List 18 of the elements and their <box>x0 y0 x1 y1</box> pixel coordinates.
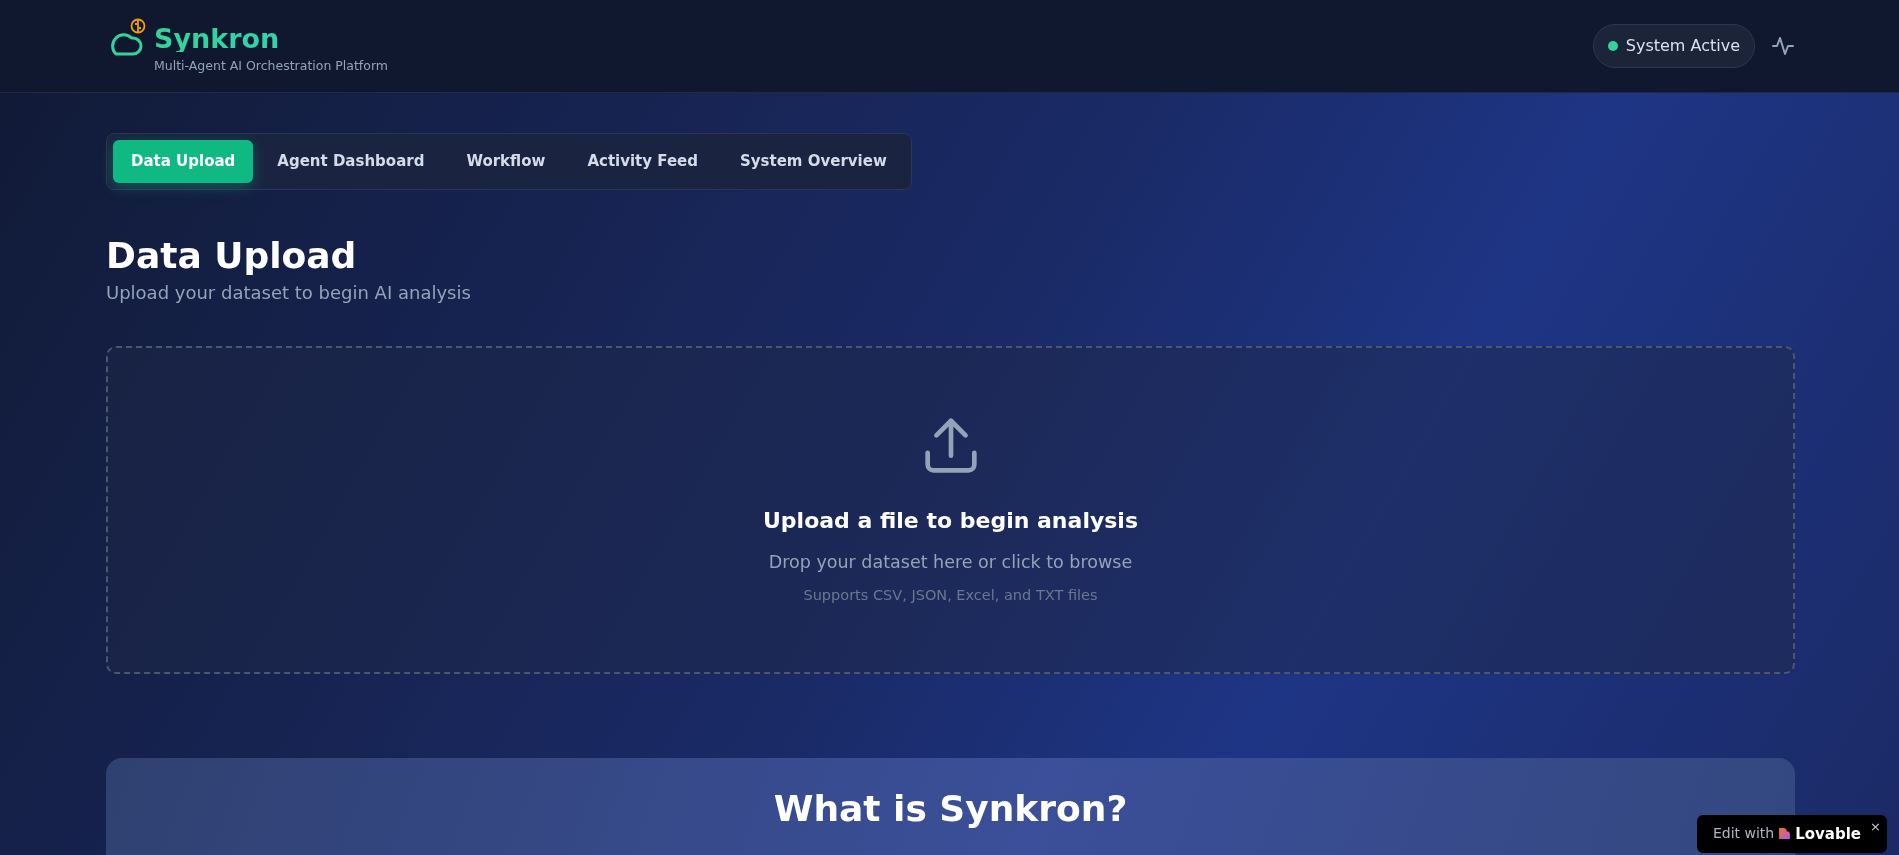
page-subheading: Upload your dataset to begin AI analysis <box>106 280 472 305</box>
dropzone-hint: Drop your dataset here or click to browse <box>768 551 1133 575</box>
status-label: System Active <box>1625 35 1740 57</box>
dropzone-title: Upload a file to begin analysis <box>763 507 1138 536</box>
page-heading: Data Upload <box>106 233 358 277</box>
file-dropzone[interactable]: Upload a file to begin analysis Drop your dataset here or click to browse Supports CSV, JSON, Excel, and TXT files <box>106 345 1795 674</box>
brand-name: Lovable <box>1795 823 1861 845</box>
close-button[interactable]: × <box>1870 816 1881 836</box>
tab[interactable]: Activity Feed <box>569 140 716 183</box>
tab[interactable]: Agent Dashboard <box>259 140 443 183</box>
about-title: What is Synkron? <box>773 787 1128 830</box>
activity-icon[interactable] <box>1771 34 1795 58</box>
badge-text: Edit with <box>1712 824 1775 844</box>
app-subtitle: Multi-Agent AI Orchestration Platform <box>154 56 388 75</box>
tab[interactable]: System Overview <box>722 140 905 183</box>
edit-with-badge[interactable]: Edit with Lovable × <box>1696 814 1887 853</box>
tab[interactable]: Workflow <box>448 140 564 183</box>
supported-formats: Supports CSV, JSON, Excel, and TXT files <box>803 586 1098 606</box>
